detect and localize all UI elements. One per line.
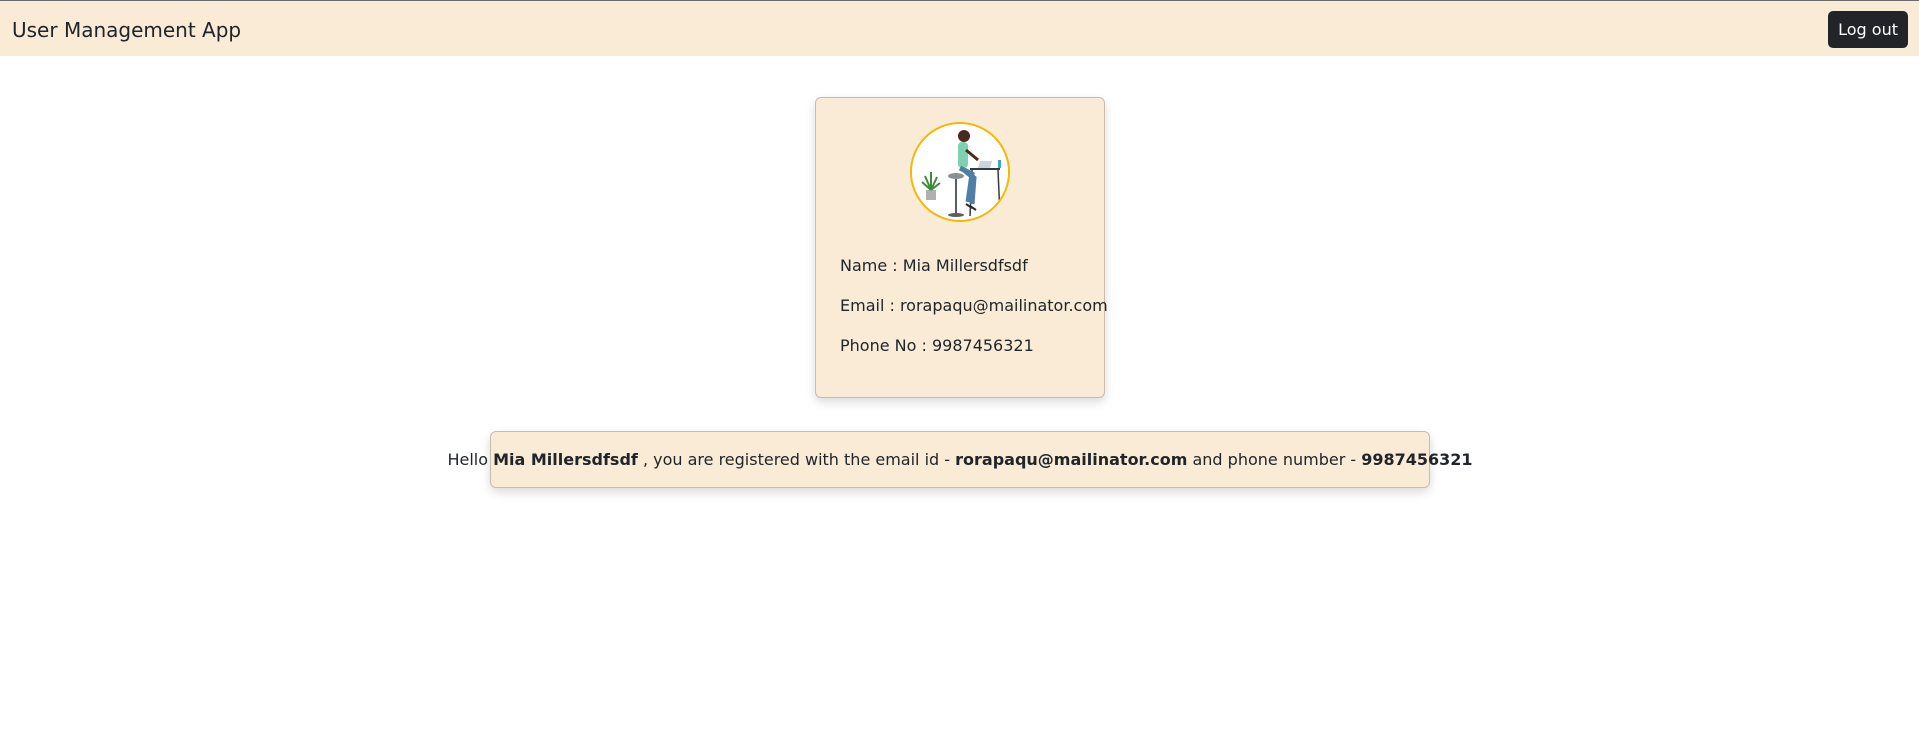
- profile-name-row: Name : Mia Millersdfsdf: [840, 256, 1028, 276]
- profile-phone-row: Phone No : 9987456321: [840, 336, 1034, 356]
- name-label: Name :: [840, 256, 903, 275]
- greeting-hello: Hello: [447, 449, 494, 469]
- person-at-desk-icon: [912, 124, 1008, 220]
- app-brand[interactable]: User Management App: [12, 18, 241, 42]
- navbar: User Management App Log out: [0, 0, 1919, 56]
- profile-email: rorapaqu@mailinator.com: [899, 296, 1108, 315]
- greeting-name: Mia Millersdfsdf: [493, 449, 638, 469]
- profile-name: Mia Millersdfsdf: [902, 256, 1028, 275]
- profile-phone: 9987456321: [931, 336, 1034, 355]
- profile-email-row: Email : rorapaqu@mailinator.com: [840, 296, 1108, 316]
- profile-card: Name : Mia Millersdfsdf Email : rorapaqu…: [815, 97, 1108, 398]
- greeting-email: rorapaqu@mailinator.com: [955, 449, 1188, 469]
- greeting-banner: Hello Mia Millersdfsdf , you are registe…: [447, 431, 1473, 488]
- avatar: [910, 122, 1010, 222]
- greeting-registered-text: , you are registered with the email id -: [637, 449, 956, 469]
- email-label: Email :: [840, 296, 900, 315]
- logout-button[interactable]: Log out: [1828, 11, 1908, 48]
- greeting-phone-text: and phone number -: [1187, 449, 1362, 469]
- phone-label: Phone No :: [840, 336, 932, 355]
- greeting-phone: 9987456321: [1361, 449, 1473, 469]
